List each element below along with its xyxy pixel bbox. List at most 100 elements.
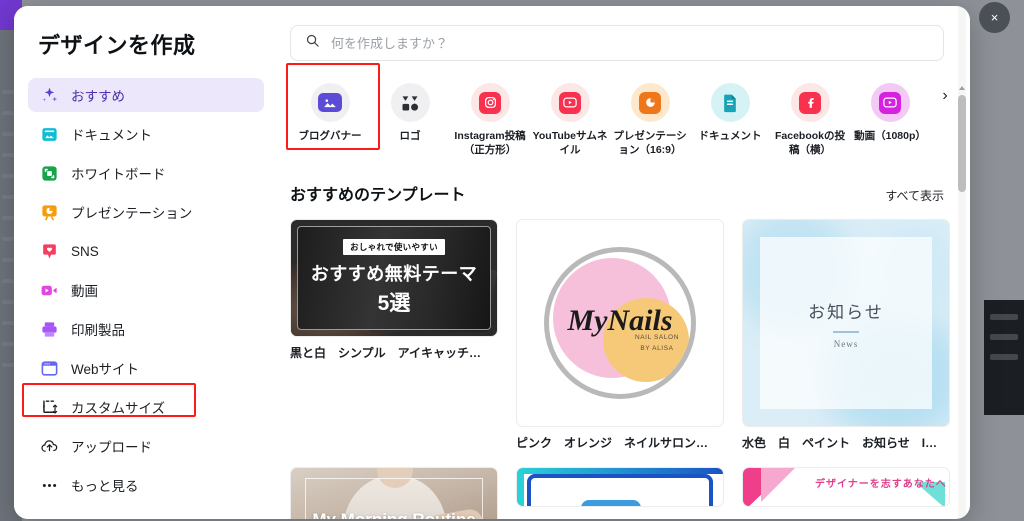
pie-chart-icon — [639, 91, 661, 114]
sidebar-item-label: カスタムサイズ — [71, 401, 166, 416]
sparkle-icon — [40, 86, 59, 105]
category-facebook-post[interactable]: Facebookの投稿（横） — [770, 75, 850, 157]
category-label: ドキュメント — [698, 130, 762, 142]
search-icon — [305, 33, 320, 53]
sidebar-item-label: おすすめ — [71, 89, 125, 104]
shapes-icon — [399, 92, 421, 114]
sidebar-item-whiteboard[interactable]: ホワイトボード — [28, 156, 264, 190]
background-dark-card — [984, 300, 1024, 415]
template-thumbnail: デザイナーを志すあなたへ — [742, 467, 950, 508]
close-icon: × — [990, 10, 999, 25]
category-circle — [310, 83, 350, 122]
sidebar-item-label: Webサイト — [71, 362, 140, 377]
template-art-tag: おしゃれで使いやすい — [343, 239, 445, 256]
sidebar-item-website[interactable]: Webサイト — [28, 351, 264, 385]
category-circle — [390, 83, 430, 122]
template-art-subtitle: News — [833, 338, 859, 349]
modal-scrollbar-track[interactable] — [958, 6, 966, 519]
category-label: Instagram投稿（正方形） — [454, 130, 526, 157]
category-label: YouTubeサムネイル — [532, 130, 608, 157]
category-document[interactable]: ドキュメント — [690, 75, 770, 143]
category-instagram-post[interactable]: Instagram投稿（正方形） — [450, 75, 530, 157]
custom-size-icon — [40, 398, 59, 417]
category-youtube-thumbnail[interactable]: YouTubeサムネイル — [530, 75, 610, 157]
template-art-title: My Morning Routine — [291, 510, 497, 519]
sidebar-item-label: ドキュメント — [71, 128, 152, 143]
category-presentation-169[interactable]: プレゼンテーション（16:9） — [610, 75, 690, 157]
sidebar-item-video[interactable]: 動画 — [28, 273, 264, 307]
modal-scrollbar-thumb[interactable] — [958, 95, 966, 192]
sidebar-item-label: 印刷製品 — [71, 323, 125, 338]
sidebar-item-more[interactable]: もっと見る — [28, 468, 264, 502]
category-video-1080p[interactable]: 動画（1080p） — [850, 75, 930, 143]
sidebar: デザインを作成 おすすめ ドキュメント ホワイトボード プレゼンテーション SN… — [14, 6, 278, 519]
template-thumbnail: MyNails NAIL SALON BY ALISA — [516, 219, 724, 428]
website-icon — [40, 359, 59, 378]
close-button[interactable]: × — [979, 2, 1010, 33]
category-circle — [790, 83, 830, 122]
sidebar-item-sns[interactable]: SNS — [28, 234, 264, 268]
category-logo[interactable]: ロゴ — [370, 75, 450, 143]
category-circle — [870, 83, 910, 122]
category-next-button[interactable]: › — [934, 85, 956, 107]
templates-header: おすすめのテンプレート すべて表示 — [284, 157, 970, 205]
template-card[interactable]: My Morning Routine - 私の朝の習慣 - — [290, 467, 498, 519]
template-art-sub1: NAIL SALON — [634, 334, 679, 342]
category-circle — [550, 83, 590, 122]
category-label: ロゴ — [399, 130, 421, 142]
scroll-up-arrow-icon[interactable] — [959, 84, 965, 90]
category-label: 動画（1080p） — [854, 130, 926, 142]
template-thumbnail: My Morning Routine - 私の朝の習慣 - — [290, 467, 498, 519]
template-card[interactable]: MyNails NAIL SALON BY ALISA ピンク オレンジ ネイル… — [516, 219, 724, 451]
category-label: ブログバナー — [298, 130, 362, 142]
template-art-line2: 5選 — [377, 292, 411, 316]
template-card[interactable]: デザイナーを志すあなたへ — [742, 467, 950, 519]
image-icon — [318, 93, 342, 112]
sidebar-item-label: ホワイトボード — [71, 167, 166, 182]
chevron-right-icon: › — [942, 87, 948, 104]
sidebar-item-recommended[interactable]: おすすめ — [28, 78, 264, 112]
category-row: ブログバナー ロゴ Instagram投稿（正方形） YouTubeサムネイル … — [284, 61, 970, 157]
main-content: ブログバナー ロゴ Instagram投稿（正方形） — [278, 6, 970, 519]
doc-file-icon — [719, 92, 741, 114]
category-blog-banner[interactable]: ブログバナー — [290, 75, 370, 143]
template-art-title: デザイナーを志すあなたへ — [815, 479, 947, 491]
template-art-line1: おすすめ無料テーマ — [310, 264, 478, 285]
play-icon — [879, 91, 901, 114]
see-all-link[interactable]: すべて表示 — [885, 187, 944, 204]
heart-pin-icon — [40, 242, 59, 261]
search-box[interactable] — [290, 25, 944, 61]
sidebar-item-custom-size[interactable]: カスタムサイズ — [28, 390, 264, 424]
templates-section-title: おすすめのテンプレート — [290, 187, 466, 205]
category-label: プレゼンテーション（16:9） — [613, 130, 687, 157]
template-caption: 黒と白 シンプル アイキャッチ… — [290, 346, 482, 361]
sidebar-item-print[interactable]: 印刷製品 — [28, 312, 264, 346]
youtube-icon — [559, 91, 581, 114]
template-card[interactable] — [516, 467, 724, 519]
sidebar-item-label: 動画 — [71, 284, 98, 299]
search-input[interactable] — [331, 35, 929, 51]
template-art-title: お知らせ — [808, 302, 884, 322]
create-design-modal: デザインを作成 おすすめ ドキュメント ホワイトボード プレゼンテーション SN… — [14, 6, 970, 519]
sidebar-item-label: もっと見る — [71, 479, 139, 494]
template-art-sub2: BY ALISA — [640, 345, 674, 353]
sidebar-item-label: SNS — [71, 243, 99, 259]
category-circle — [470, 83, 510, 122]
upload-cloud-icon — [40, 437, 59, 456]
template-card[interactable]: お知らせ News 水色 白 ペイント お知らせ I… — [742, 219, 950, 451]
template-thumbnail: お知らせ News — [742, 219, 950, 428]
category-label: Facebookの投稿（横） — [774, 130, 845, 157]
template-card[interactable]: おしゃれで使いやすい おすすめ無料テーマ 5選 黒と白 シンプル アイキャッチ… — [290, 219, 498, 451]
template-caption: 水色 白 ペイント お知らせ I… — [742, 436, 938, 451]
sidebar-item-document[interactable]: ドキュメント — [28, 117, 264, 151]
video-icon — [40, 281, 59, 300]
template-thumbnail: おしゃれで使いやすい おすすめ無料テーマ 5選 — [290, 219, 498, 338]
category-circle — [630, 83, 670, 122]
more-dots-icon — [40, 476, 59, 495]
template-thumbnail — [516, 467, 724, 508]
sidebar-item-upload[interactable]: アップロード — [28, 429, 264, 463]
category-circle — [710, 83, 750, 122]
facebook-icon — [799, 91, 821, 114]
templates-grid: おしゃれで使いやすい おすすめ無料テーマ 5選 黒と白 シンプル アイキャッチ…… — [284, 205, 970, 519]
sidebar-item-presentation[interactable]: プレゼンテーション — [28, 195, 264, 229]
